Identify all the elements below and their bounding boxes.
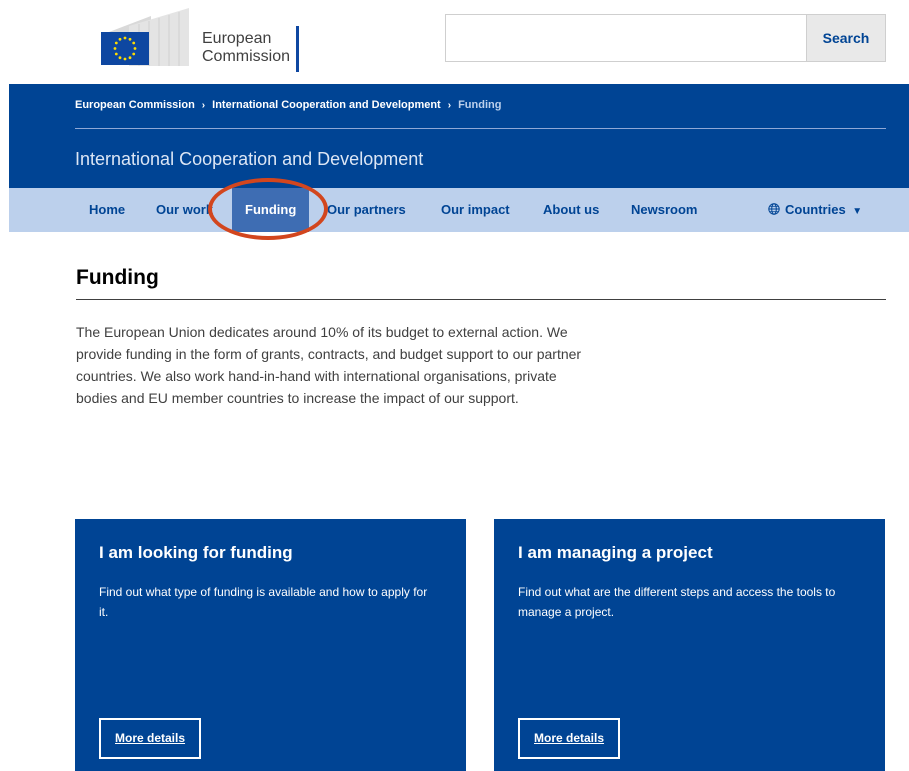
nav-countries[interactable]: Countries ▼ [768,188,862,232]
card-looking-for-funding: I am looking for funding Find out what t… [75,519,466,771]
site-title[interactable]: International Cooperation and Developmen… [75,149,423,170]
search-form: Search [445,14,886,62]
nav-our-impact[interactable]: Our impact [441,188,510,232]
breadcrumb-international-cooperation[interactable]: International Cooperation and Developmen… [212,99,441,111]
card-text: Find out what type of funding is availab… [99,585,428,619]
logo-divider [296,26,299,72]
card-text: Find out what are the different steps an… [518,585,836,619]
more-details-button[interactable]: More details [518,718,621,759]
nav-newsroom[interactable]: Newsroom [631,188,697,232]
search-input[interactable] [446,15,806,61]
nav-our-partners[interactable]: Our partners [327,188,406,232]
nav-countries-label: Countries [785,202,846,217]
more-details-button[interactable]: More details [99,718,202,759]
breadcrumb-separator-icon: › [201,99,206,111]
nav-our-work[interactable]: Our work [156,188,213,232]
title-divider [76,299,886,300]
european-commission-logo[interactable]: European Commission [99,6,309,72]
card-managing-project: I am managing a project Find out what ar… [494,519,885,771]
card-title: I am looking for funding [99,543,293,562]
site-header: European Commission Search [0,0,909,84]
nav-home[interactable]: Home [89,188,125,232]
globe-icon [768,203,780,215]
nav-funding[interactable]: Funding [232,188,310,232]
main-nav: Home Our work Funding Our partners Our i… [9,188,909,232]
card-title: I am managing a project [518,543,713,562]
intro-text: The European Union dedicates around 10% … [76,324,582,406]
breadcrumb-european-commission[interactable]: European Commission [75,99,195,111]
site-banner: European Commission › International Coop… [9,84,909,188]
page-title: Funding [76,266,159,289]
breadcrumb-current: Funding [458,99,502,111]
logo-line-1: European [202,30,272,47]
breadcrumb: European Commission › International Coop… [75,99,501,111]
nav-about-us[interactable]: About us [543,188,599,232]
search-button[interactable]: Search [806,15,885,61]
breadcrumb-separator-icon: › [447,99,452,111]
logo-line-2: Commission [202,48,291,65]
banner-divider [75,128,886,129]
eu-flag-icon [101,32,149,65]
chevron-down-icon: ▼ [852,206,863,217]
logo-wordmark: European Commission [202,30,290,66]
